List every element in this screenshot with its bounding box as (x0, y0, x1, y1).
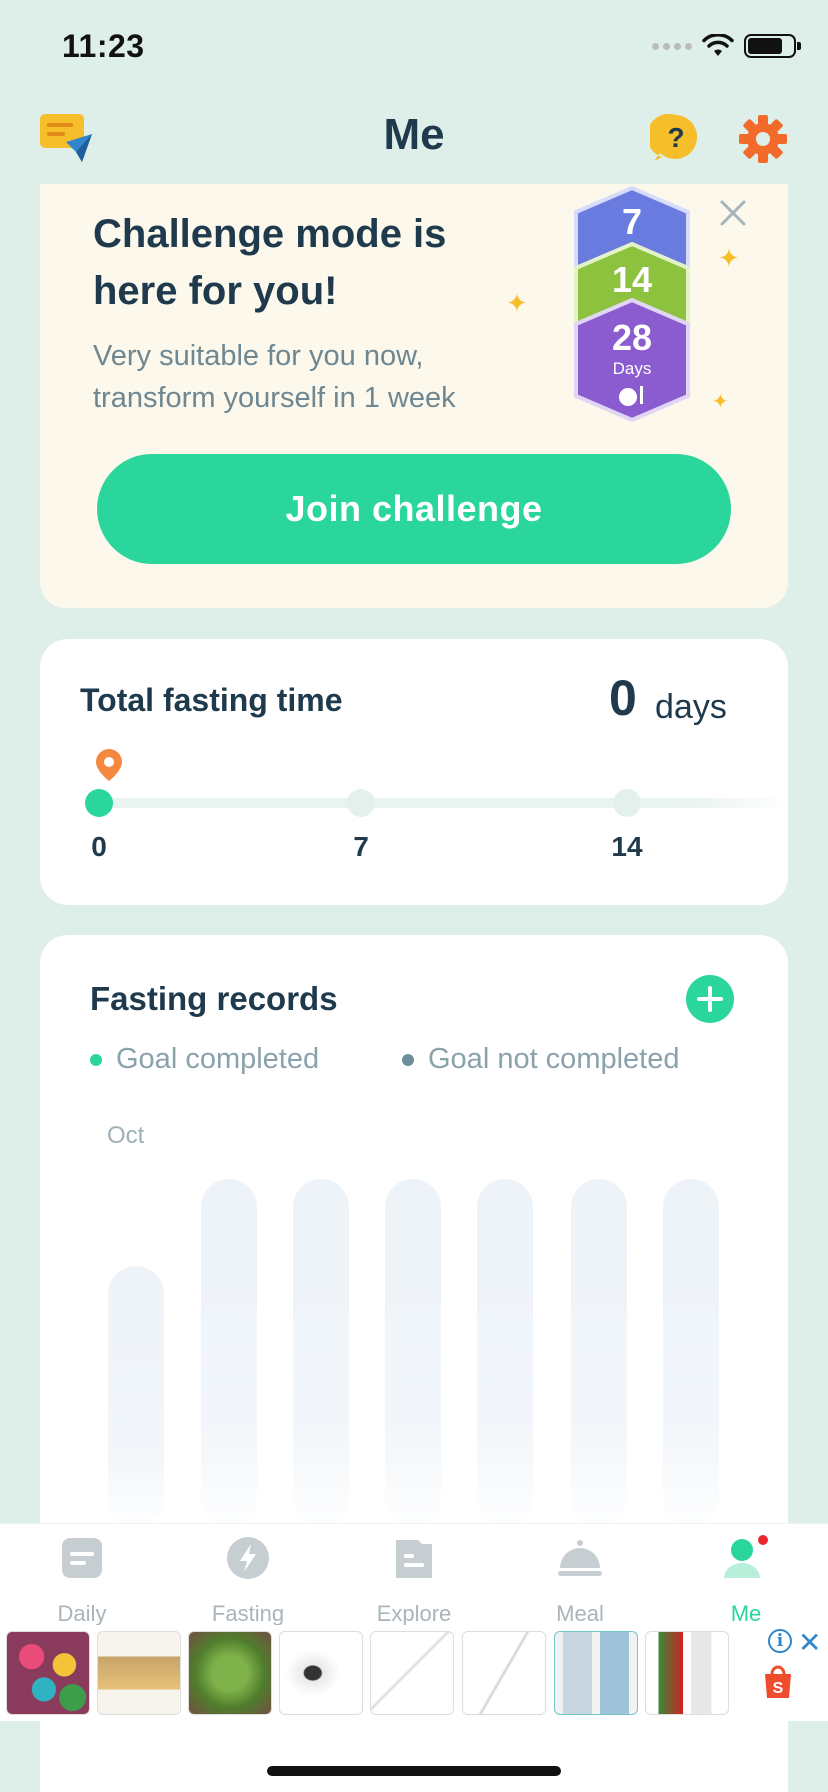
svg-text:S: S (773, 1680, 784, 1697)
record-bar (108, 1266, 164, 1526)
home-indicator (267, 1766, 561, 1776)
battery-icon (744, 34, 801, 58)
record-bar (385, 1179, 441, 1526)
legend-dot-completed (90, 1053, 102, 1066)
page-title: Me (383, 110, 445, 159)
tab-me-label: Me (730, 1601, 762, 1626)
total-fasting-card (40, 639, 788, 905)
svg-text:?: ? (667, 122, 684, 153)
badge-28: 28 (612, 317, 652, 358)
fasting-icon (227, 1537, 269, 1579)
status-indicators (652, 34, 801, 58)
tab-explore[interactable]: Explore (344, 1534, 484, 1627)
records-title: Fasting records (90, 980, 338, 1017)
progress-track (99, 798, 788, 808)
record-bar (293, 1179, 349, 1526)
daily-icon (62, 1538, 102, 1578)
sparkle-icon: ✦ (506, 288, 528, 318)
record-bar (571, 1179, 627, 1526)
ad-info-icon[interactable]: i (768, 1629, 792, 1653)
progress-dot-7 (347, 789, 375, 817)
ad-product-image[interactable] (370, 1631, 454, 1715)
tab-daily-label: Daily (57, 1601, 107, 1626)
tab-explore-label: Explore (376, 1601, 452, 1626)
ad-product-image[interactable] (462, 1631, 546, 1715)
notification-badge (758, 1535, 768, 1545)
tick-label: 0 (91, 831, 107, 862)
explore-icon (396, 1540, 432, 1578)
badge-days-label: Days (613, 359, 652, 378)
tab-meal[interactable]: Meal (510, 1534, 650, 1627)
total-fasting-label: Total fasting time (80, 682, 343, 718)
wifi-icon (702, 34, 734, 56)
plus-icon (697, 986, 723, 1012)
sparkle-icon: ✦ (712, 391, 729, 413)
legend-completed: Goal completed (90, 1043, 319, 1076)
tab-fasting[interactable]: Fasting (178, 1534, 318, 1627)
tab-fasting-label: Fasting (211, 1601, 285, 1626)
record-bar (201, 1179, 257, 1526)
sparkle-icon: ✦ (718, 243, 740, 273)
challenge-badge-stack: 7 14 28 Days (574, 186, 690, 423)
ad-product-image[interactable] (554, 1631, 638, 1715)
legend-not-completed-label: Goal not completed (428, 1043, 680, 1075)
legend-dot-not-completed (402, 1053, 414, 1066)
record-bar (477, 1179, 533, 1526)
tick-label: 14 (611, 831, 643, 862)
record-bar (663, 1179, 719, 1526)
legend-not-completed: Goal not completed (402, 1043, 679, 1076)
help-icon[interactable]: ? (650, 112, 702, 164)
badge-14: 14 (612, 259, 652, 300)
badge-7: 7 (622, 201, 642, 242)
total-fasting-value: 0 (609, 670, 637, 726)
close-icon[interactable] (718, 198, 748, 228)
status-time: 11:23 (62, 28, 145, 64)
legend-completed-label: Goal completed (116, 1043, 320, 1075)
ad-product-image[interactable] (279, 1631, 363, 1715)
challenge-title: Challenge mode is here for you! (93, 212, 447, 313)
month-label: Oct (107, 1122, 145, 1149)
tick-label: 7 (353, 831, 369, 862)
total-fasting-unit: days (655, 688, 727, 726)
me-icon (724, 1535, 768, 1578)
settings-gear-icon[interactable] (738, 114, 788, 164)
tab-meal-label: Meal (556, 1601, 604, 1626)
join-challenge-button[interactable]: Join challenge (97, 454, 731, 564)
ad-product-image[interactable] (188, 1631, 272, 1715)
meal-icon (558, 1540, 602, 1576)
progress-dot-current (85, 789, 113, 817)
tab-me[interactable]: Me (676, 1534, 816, 1627)
tab-daily[interactable]: Daily (12, 1534, 152, 1627)
challenge-subtitle: Very suitable for you now, transform you… (93, 340, 456, 414)
add-record-button[interactable] (686, 975, 734, 1023)
ad-close-icon[interactable]: ✕ (798, 1626, 821, 1659)
ad-product-image[interactable] (6, 1631, 90, 1715)
cellular-signal-icon (652, 42, 692, 50)
progress-dot-14 (613, 789, 641, 817)
ad-product-image[interactable] (97, 1631, 181, 1715)
location-pin-icon (96, 749, 122, 781)
shopping-bag-icon[interactable]: S (762, 1664, 794, 1700)
ad-product-image[interactable] (645, 1631, 729, 1715)
